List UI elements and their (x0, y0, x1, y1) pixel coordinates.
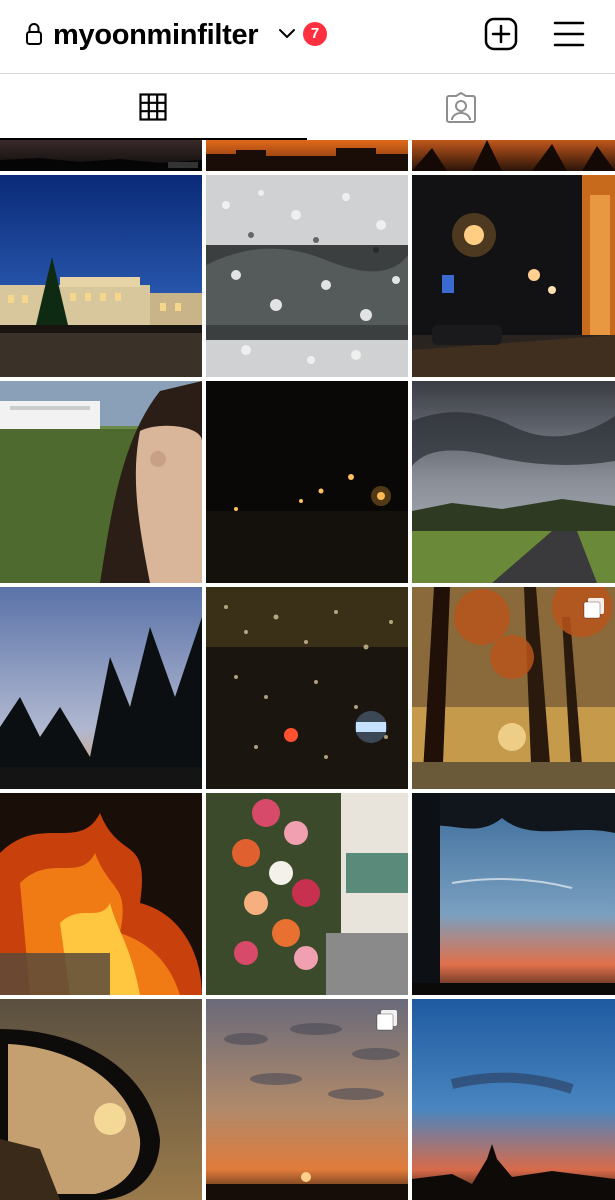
grid-icon (139, 93, 167, 121)
multiple-photos-icon (376, 1010, 397, 1031)
lock-icon (26, 23, 42, 45)
post-thumbnail[interactable] (206, 175, 408, 377)
post-thumbnail[interactable] (0, 587, 202, 789)
chevron-down-icon[interactable] (278, 27, 296, 41)
post-thumbnail[interactable] (412, 999, 615, 1200)
profile-tabs (0, 74, 615, 140)
post-thumbnail[interactable] (0, 381, 202, 583)
notification-badge[interactable]: 7 (303, 22, 327, 46)
plus-square-icon[interactable] (484, 17, 518, 51)
post-thumbnail[interactable] (0, 140, 202, 171)
posts-grid (0, 140, 615, 1200)
post-thumbnail[interactable] (206, 587, 408, 789)
post-thumbnail[interactable] (412, 140, 615, 171)
post-thumbnail[interactable] (412, 381, 615, 583)
tab-posts-grid[interactable] (0, 74, 307, 140)
post-thumbnail[interactable] (412, 587, 615, 789)
post-thumbnail[interactable] (412, 175, 615, 377)
post-thumbnail[interactable] (206, 140, 408, 171)
hamburger-menu-icon[interactable] (553, 20, 585, 48)
post-thumbnail[interactable] (206, 793, 408, 995)
multiple-photos-icon (583, 598, 604, 619)
account-username[interactable]: myoonminfilter (53, 15, 259, 55)
post-thumbnail[interactable] (412, 793, 615, 995)
tab-tagged[interactable] (308, 74, 615, 140)
post-thumbnail[interactable] (206, 381, 408, 583)
post-thumbnail[interactable] (0, 175, 202, 377)
tagged-person-icon (446, 92, 476, 123)
profile-header: myoonminfilter 7 (0, 0, 615, 72)
post-thumbnail[interactable] (206, 999, 408, 1200)
post-thumbnail[interactable] (0, 793, 202, 995)
post-thumbnail[interactable] (0, 999, 202, 1200)
